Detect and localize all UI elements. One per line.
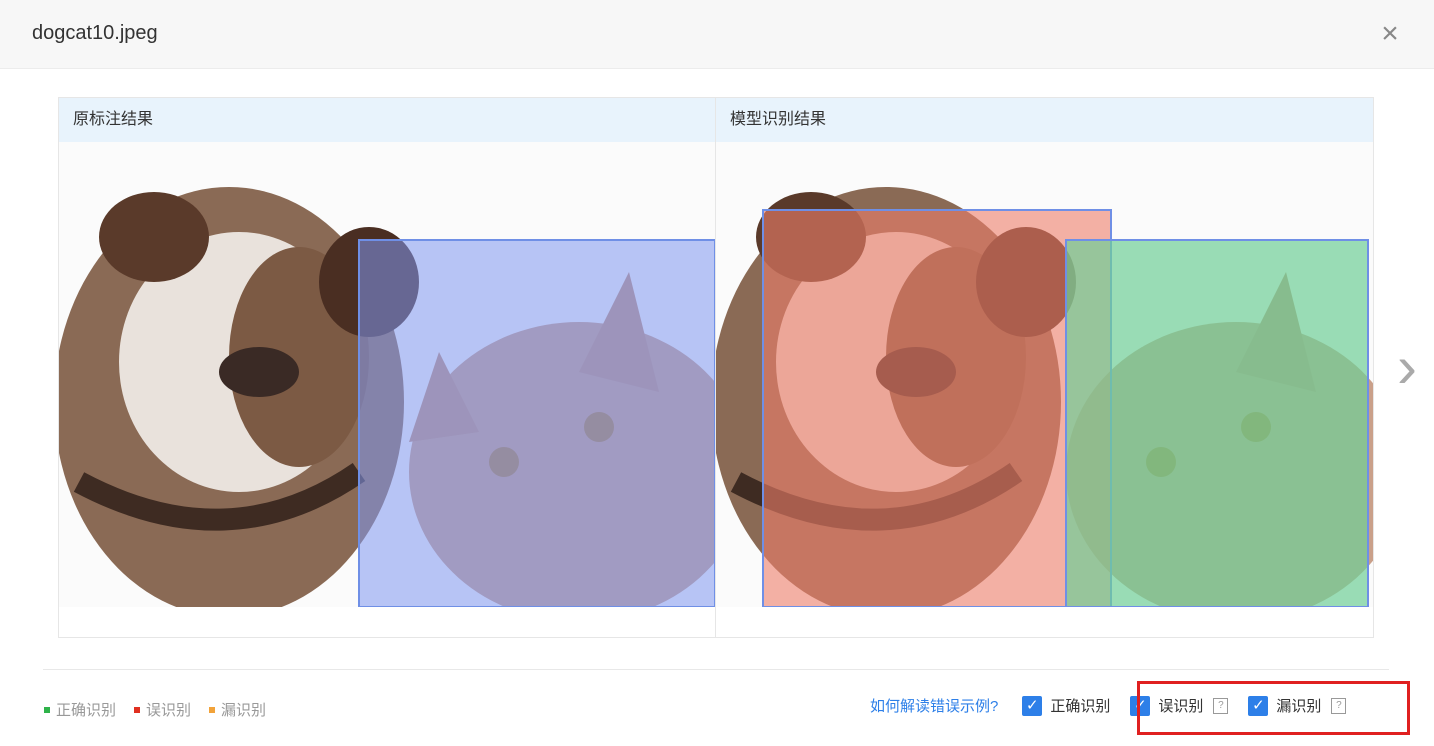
checkbox-correct[interactable]: ✓ 正确识别 xyxy=(1022,695,1110,716)
next-image-icon[interactable]: › xyxy=(1385,335,1429,405)
legend-label: 漏识别 xyxy=(221,702,267,719)
divider xyxy=(43,669,1389,670)
highlight-box xyxy=(1137,681,1410,735)
panel-title-model: 模型识别结果 xyxy=(716,98,1373,142)
dog-cat-photo-annotated xyxy=(716,187,1373,607)
legend-label: 误识别 xyxy=(146,702,192,719)
legend-label: 正确识别 xyxy=(56,702,117,719)
legend-swatch-false xyxy=(134,706,141,713)
legend-false: 误识别 xyxy=(134,699,191,720)
close-icon[interactable]: × xyxy=(1374,16,1406,52)
dialog-header: dogcat10.jpeg × xyxy=(0,0,1434,69)
legend-swatch-correct xyxy=(44,706,50,713)
checkbox-label: 正确识别 xyxy=(1050,698,1111,715)
model-result-image xyxy=(716,142,1373,607)
legend-swatch-missed xyxy=(209,706,216,713)
comparison-panels: 原标注结果 模型识别结果 xyxy=(58,97,1374,638)
legend-correct: 正确识别 xyxy=(44,699,116,720)
original-annotation-panel: 原标注结果 xyxy=(59,98,716,637)
dialog-title: dogcat10.jpeg xyxy=(32,22,158,44)
dog-cat-photo xyxy=(59,187,715,607)
original-image xyxy=(59,142,715,607)
legend-missed: 漏识别 xyxy=(209,699,266,720)
panel-title-original: 原标注结果 xyxy=(59,98,715,142)
checkbox-checked-icon[interactable]: ✓ xyxy=(1022,695,1043,716)
model-result-panel: 模型识别结果 xyxy=(716,98,1373,637)
legend: 正确识别 误识别 漏识别 xyxy=(44,699,266,720)
help-link[interactable]: 如何解读错误示例? xyxy=(870,695,998,716)
